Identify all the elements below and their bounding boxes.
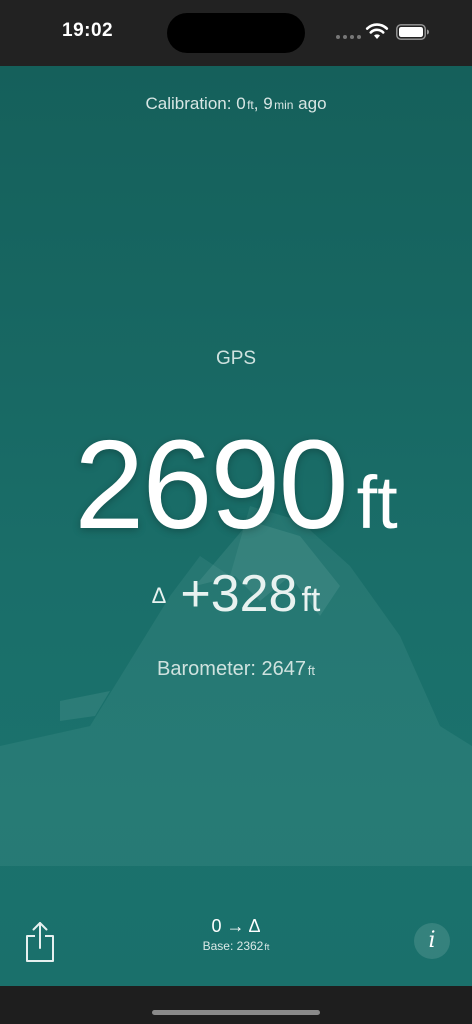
calibration-minutes: 9 [263, 94, 273, 113]
altitude-value: 2690 [74, 414, 348, 555]
gps-label: GPS [215, 348, 257, 369]
barometer-reading: Barometer: 2647 ft [0, 658, 472, 681]
mode-label: 0 → Δ [211, 916, 261, 936]
calibration-minutes-unit: min [274, 98, 294, 112]
cellular-signal-icon [336, 35, 361, 39]
calibration-unit: ft [247, 98, 254, 112]
calibration-separator: , [253, 94, 264, 113]
altitude-delta: Δ +328 ft [0, 564, 472, 624]
dynamic-island [167, 13, 305, 53]
wifi-icon [365, 23, 389, 39]
base-label: Base: 2362 [202, 939, 264, 953]
info-icon[interactable]: i [414, 923, 450, 959]
gps-altitude: 2690 ft [0, 412, 472, 557]
delta-unit: ft [301, 581, 321, 619]
altimeter-main: Calibration: 0 ft, 9 min ago GPS 2690 ft … [0, 66, 472, 986]
status-bar: 19:02 [0, 0, 472, 66]
base-unit: ft [264, 942, 270, 952]
home-bar-area [0, 986, 472, 1024]
delta-symbol: Δ [151, 583, 167, 608]
delta-value: +328 [180, 565, 298, 623]
calibration-suffix: ago [293, 94, 327, 113]
status-time: 19:02 [62, 20, 114, 41]
base-altitude: Base: 2362 ft [186, 939, 286, 953]
app-screen: 19:02 Calibration: 0 ft, 9 min ago GPS 2… [0, 0, 472, 1024]
calibration-prefix: Calibration: [145, 94, 237, 113]
mode-toggle-button[interactable]: 0 → Δ Base: 2362 ft [186, 916, 286, 953]
calibration-status: Calibration: 0 ft, 9 min ago [0, 94, 472, 114]
altitude-unit: ft [356, 461, 398, 544]
barometer-label: Barometer: 2647 [157, 658, 307, 680]
barometer-unit: ft [307, 663, 315, 678]
calibration-value: 0 [236, 94, 246, 113]
home-indicator[interactable] [152, 1010, 320, 1015]
battery-icon [396, 24, 429, 40]
share-icon[interactable] [24, 920, 56, 964]
